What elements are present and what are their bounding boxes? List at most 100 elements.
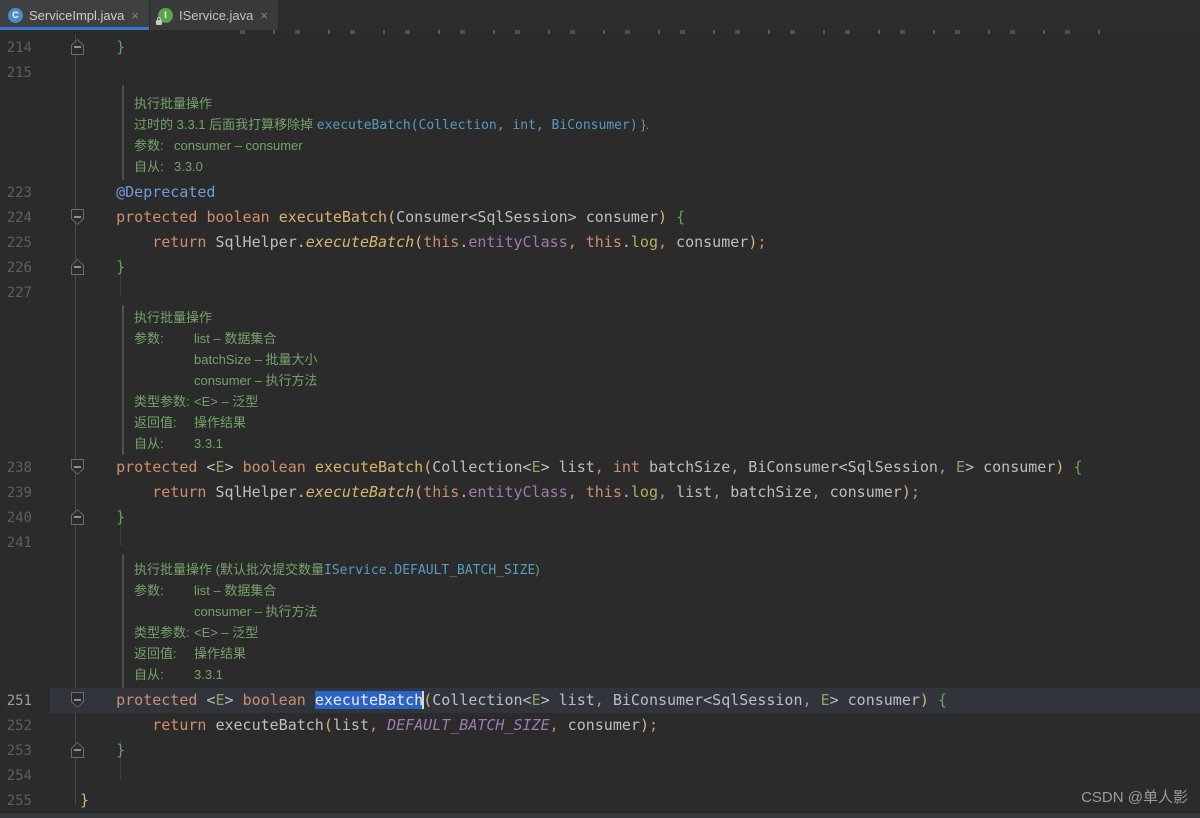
code-text: }: [80, 788, 89, 813]
code-line-226[interactable]: 226 }: [0, 255, 1200, 280]
fold-marker-icon[interactable]: [71, 692, 84, 708]
gutter-cell: [32, 738, 80, 763]
rendered-javadoc-block[interactable]: 执行批量操作 (默认批次提交数量IService.DEFAULT_BATCH_S…: [122, 555, 1200, 688]
fold-marker-icon[interactable]: [71, 459, 84, 475]
token: ,: [595, 458, 604, 476]
class-icon-letter: C: [12, 10, 19, 20]
tab-serviceimpl-java[interactable]: C ServiceImpl.java ×: [0, 0, 149, 30]
line-number: 215: [0, 65, 32, 81]
token: ): [920, 691, 929, 709]
close-icon[interactable]: ×: [131, 9, 139, 22]
token: Collection<: [432, 458, 531, 476]
tab-iservice-java[interactable]: I IService.java ×: [149, 0, 278, 30]
token: >: [541, 691, 550, 709]
token: @Deprecated: [116, 183, 215, 201]
code-editor[interactable]: 214 } 215 执行批量操作过时的 3.3.1 后面我打算移除掉 execute…: [0, 30, 1200, 813]
gutter-cell: [32, 713, 80, 738]
doc-label: 返回值:: [134, 643, 194, 664]
token: ,: [595, 691, 604, 709]
code-line-225[interactable]: 225 return SqlHelper.executeBatch(this.e…: [0, 230, 1200, 255]
token: }: [80, 791, 89, 809]
token: consumer: [974, 458, 1055, 476]
line-number: 238: [0, 460, 32, 476]
doc-text: ): [535, 562, 539, 577]
code-line-223[interactable]: 223 @Deprecated: [0, 180, 1200, 205]
line-number: 214: [0, 40, 32, 56]
code-line-241[interactable]: 241: [0, 530, 1200, 555]
gutter-cell: [32, 455, 80, 480]
tab-label: ServiceImpl.java: [29, 8, 124, 23]
fold-marker-icon[interactable]: [71, 742, 84, 758]
code-line-215[interactable]: 215: [0, 60, 1200, 85]
code-line-224[interactable]: 224 protected boolean executeBatch(Consu…: [0, 205, 1200, 230]
doc-label: 自从:: [134, 664, 194, 685]
doc-text: 3.3.0: [174, 159, 203, 174]
token: executeBatch: [315, 458, 423, 476]
token: [80, 483, 152, 501]
token: ): [658, 208, 667, 226]
code-line-253[interactable]: 253 }: [0, 738, 1200, 763]
gutter-cell: [32, 688, 80, 713]
fold-marker-icon[interactable]: [71, 509, 84, 525]
code-text: @Deprecated: [80, 180, 215, 205]
doc-line: 参数:consumer – consumer: [134, 135, 1200, 156]
close-icon[interactable]: ×: [260, 9, 268, 22]
token: ,: [550, 716, 559, 734]
token: this: [586, 233, 622, 251]
doc-label: 参数:: [134, 580, 194, 601]
line-number: 226: [0, 260, 32, 276]
gutter-cell: [32, 480, 80, 505]
token: ,: [568, 483, 577, 501]
gutter-cell: [32, 530, 80, 555]
doc-text: 操作结果: [194, 415, 246, 430]
doc-line: 类型参数:<E> – 泛型: [134, 622, 1200, 643]
token: list: [550, 458, 595, 476]
fold-marker-icon[interactable]: [71, 259, 84, 275]
code-text: return SqlHelper.executeBatch(this.entit…: [80, 230, 766, 255]
doc-line: 过时的 3.3.1 后面我打算移除掉 executeBatch(Collecti…: [134, 114, 1200, 135]
rendered-javadoc-block[interactable]: 执行批量操作过时的 3.3.1 后面我打算移除掉 executeBatch(Co…: [122, 85, 1200, 180]
token: >: [225, 691, 243, 709]
line-number: 252: [0, 718, 32, 734]
doc-text: list – 数据集合: [194, 583, 276, 598]
token: {: [676, 208, 685, 226]
code-line-239[interactable]: 239 return SqlHelper.executeBatch(this.e…: [0, 480, 1200, 505]
code-line-254[interactable]: 254: [0, 763, 1200, 788]
gutter-cell: [32, 60, 80, 85]
doc-line: 自从:3.3.1: [134, 433, 1200, 454]
token: return: [152, 716, 206, 734]
token: [378, 716, 387, 734]
doc-text: 3.3.1: [194, 436, 223, 451]
token: }: [116, 508, 125, 526]
code-line-255[interactable]: 255}: [0, 788, 1200, 813]
gutter-cell: [32, 35, 80, 60]
fold-marker-icon[interactable]: [71, 209, 84, 225]
token: E: [532, 691, 541, 709]
token: {: [938, 691, 947, 709]
code-text: protected <E> boolean executeBatch(Colle…: [80, 455, 1082, 480]
doc-line: 执行批量操作: [134, 93, 1200, 114]
doc-text: <E> – 泛型: [194, 394, 258, 409]
token: ,: [803, 691, 812, 709]
code-line-252[interactable]: 252 return executeBatch(list, DEFAULT_BA…: [0, 713, 1200, 738]
token: (: [387, 208, 396, 226]
code-line-240[interactable]: 240 }: [0, 505, 1200, 530]
code-line-214[interactable]: 214 }: [0, 35, 1200, 60]
rendered-javadoc-block[interactable]: 执行批量操作参数:list – 数据集合batchSize – 批量大小cons…: [122, 305, 1200, 455]
code-text: return executeBatch(list, DEFAULT_BATCH_…: [80, 713, 658, 738]
token: .: [459, 483, 468, 501]
doc-line: 自从:3.3.0: [134, 156, 1200, 177]
token: list: [667, 483, 712, 501]
lock-icon: [156, 20, 162, 25]
code-text: protected <E> boolean executeBatch(Colle…: [80, 688, 947, 713]
token: log: [631, 483, 658, 501]
code-line-251[interactable]: 251 protected <E> boolean executeBatch(C…: [0, 688, 1200, 713]
fold-marker-icon[interactable]: [71, 39, 84, 55]
token: consumer: [821, 483, 902, 501]
doc-label: 返回值:: [134, 412, 194, 433]
code-line-238[interactable]: 238 protected <E> boolean executeBatch(C…: [0, 455, 1200, 480]
line-number: 223: [0, 185, 32, 201]
tab-label: IService.java: [179, 8, 253, 23]
token: consumer: [839, 691, 920, 709]
code-line-227[interactable]: 227: [0, 280, 1200, 305]
